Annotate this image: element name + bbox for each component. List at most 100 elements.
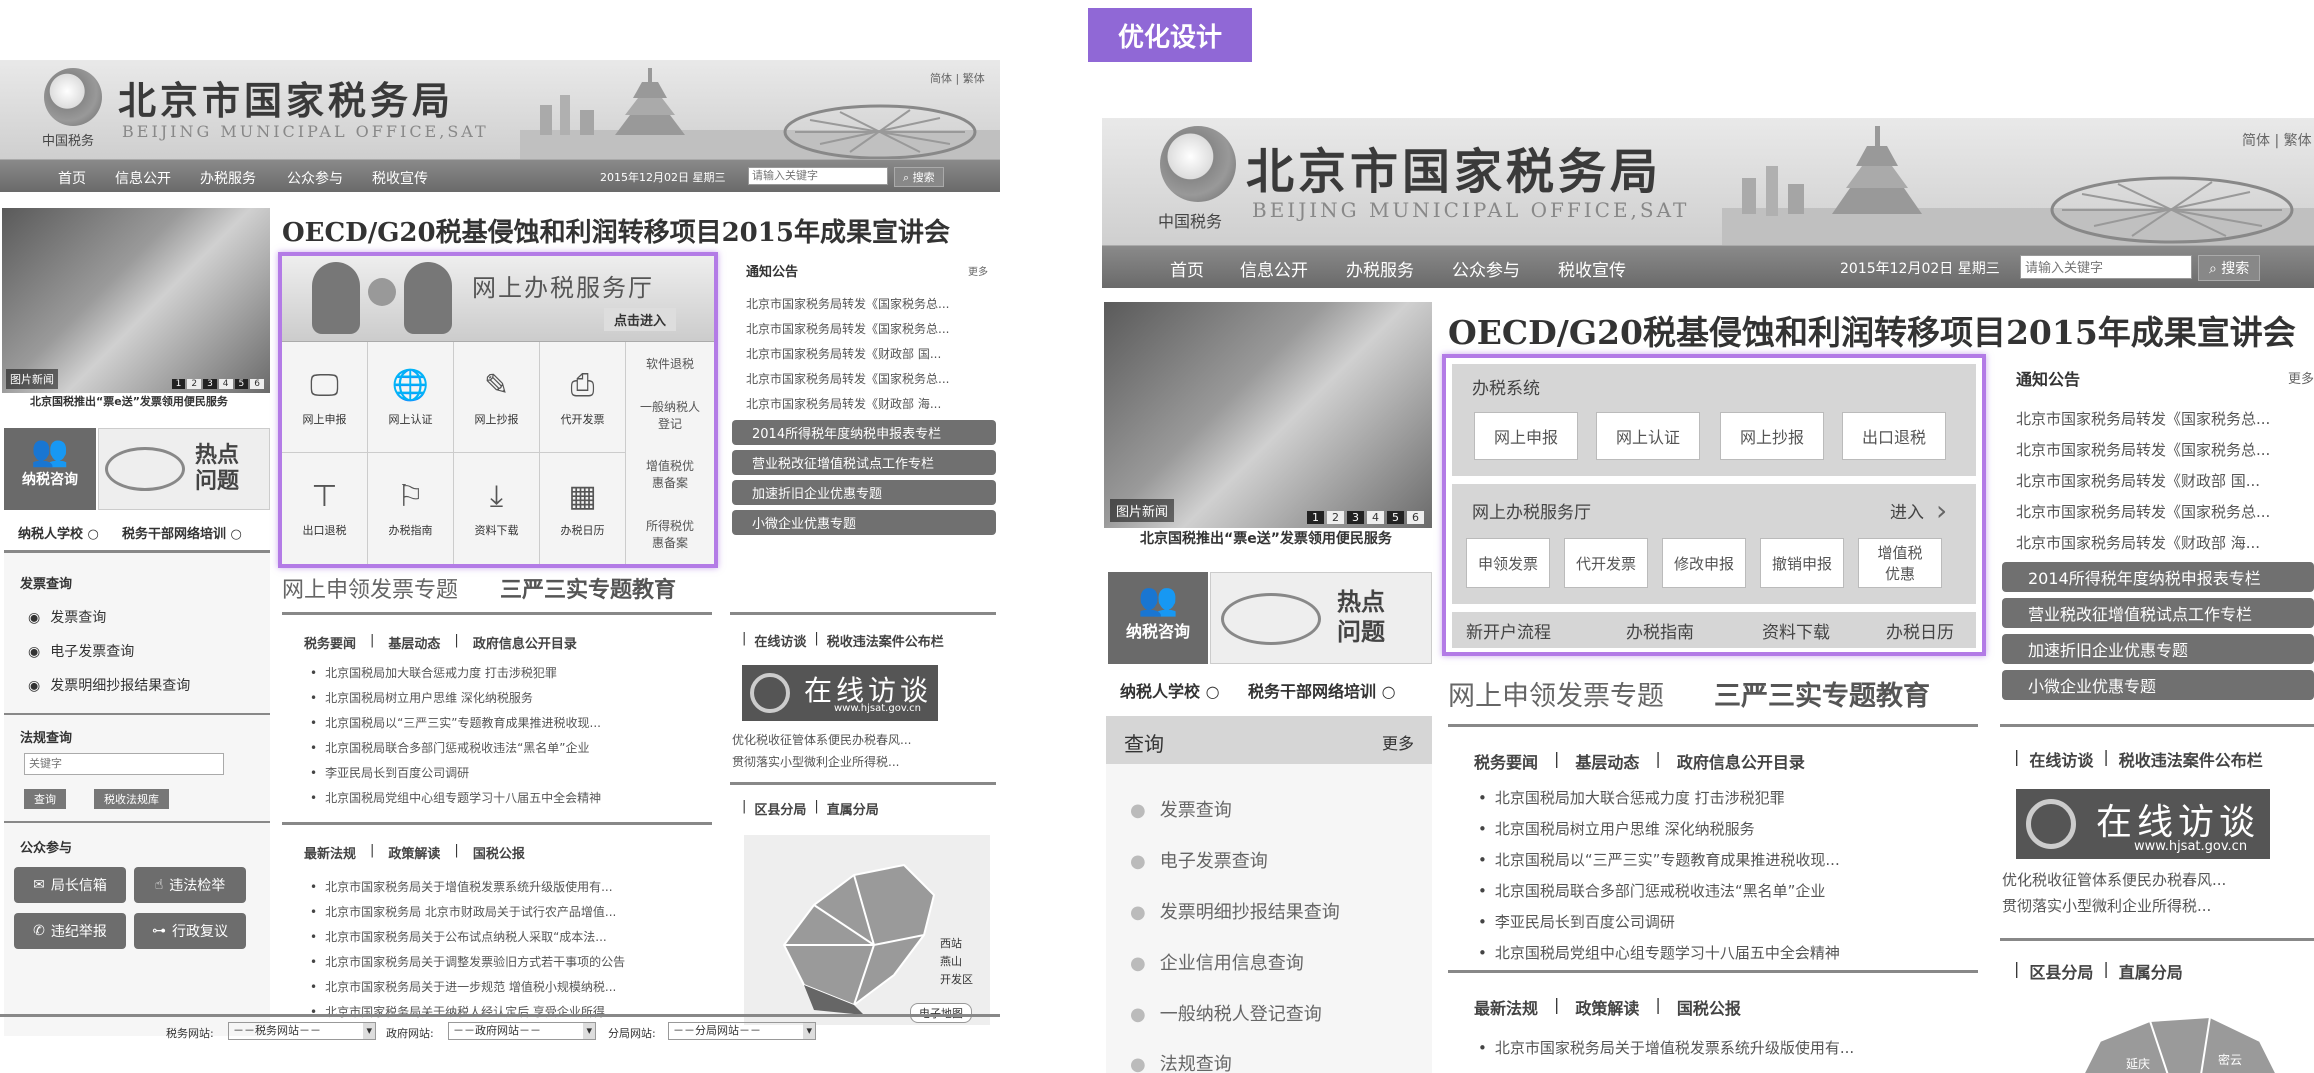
sys-online-copy-button[interactable]: 网上抄报 <box>1720 412 1824 460</box>
consult-box[interactable]: 👥 纳税咨询 <box>1108 572 1208 664</box>
hall-cancel-declare-button[interactable]: 撤销申报 <box>1760 538 1844 588</box>
list-item[interactable]: 北京市国家税务局转发《财政部 海... <box>2016 528 2312 559</box>
hall-item[interactable]: 🖵 网上申报 <box>282 342 368 453</box>
tab-tax-news[interactable]: 税务要闻 <box>304 633 356 652</box>
list-item[interactable]: 北京国税局树立用户思维 深化纳税服务 <box>310 686 710 711</box>
tab-gov-info[interactable]: 政府信息公开目录 <box>473 633 577 652</box>
tab-direct[interactable]: 直属分局 <box>827 799 879 818</box>
nav-item-public[interactable]: 公众参与 <box>287 168 343 188</box>
list-item[interactable]: 李亚民局长到百度公司调研 <box>1478 907 1972 938</box>
headline[interactable]: OECD/G20税基侵蚀和利润转移项目2015年成果宣讲会 <box>1448 306 2296 354</box>
school-link[interactable]: 纳税人学校 ○ <box>1120 678 1220 702</box>
hall-item[interactable]: ✎ 网上抄报 <box>454 342 540 453</box>
invoice-item[interactable]: ◉ 电子发票查询 <box>28 641 134 661</box>
photo-caption[interactable]: 北京国税推出“票e送”发票领用便民服务 <box>30 393 228 409</box>
list-item[interactable]: 贯彻落实小型微利企业所得税... <box>732 751 996 773</box>
photo-news[interactable]: 图片新闻 1 2 3 4 5 6 <box>1104 302 1432 528</box>
beijing-map[interactable]: 西站 燕山 开发区 电子地图 <box>744 835 990 1025</box>
branch-site-select[interactable]: －－分局网站－－ ▾ <box>668 1022 816 1040</box>
tab-direct[interactable]: 直属分局 <box>2119 959 2183 983</box>
list-item[interactable]: 北京国税局联合多部门惩戒税收违法“黑名单”企业 <box>1478 876 1972 907</box>
hall-item[interactable]: ▦ 办税日历 <box>540 453 626 564</box>
law-library-button[interactable]: 税收法规库 <box>94 789 169 809</box>
report-button[interactable]: ☝ 违法检举 <box>134 867 246 903</box>
pill-link[interactable]: 2014所得税年度纳税申报表专栏 <box>732 420 996 445</box>
pill-link[interactable]: 加速折旧企业优惠专题 <box>732 480 996 505</box>
tab-interview[interactable]: 在线访谈 <box>754 631 806 650</box>
notice-more[interactable]: 更多 <box>968 263 988 278</box>
interview-banner[interactable]: 在线访谈 www.hjsat.gov.cn <box>2016 789 2270 859</box>
topic-education[interactable]: 三严三实专题教育 <box>500 572 676 604</box>
nav-item-publicity[interactable]: 税收宣传 <box>1558 256 1626 281</box>
pill-link[interactable]: 加速折旧企业优惠专题 <box>2002 634 2314 664</box>
topic-invoice[interactable]: 网上申领发票专题 <box>282 572 458 604</box>
tab-latest-laws[interactable]: 最新法规 <box>1474 995 1538 1019</box>
nav-item-public[interactable]: 公众参与 <box>1452 256 1520 281</box>
hall-item[interactable]: ⎙ 代开发票 <box>540 342 626 453</box>
tab-bulletin[interactable]: 国税公报 <box>1677 995 1741 1019</box>
list-item[interactable]: 优化税收征管体系便民办税春风... <box>732 729 996 751</box>
hall-item[interactable]: ⚐ 办税指南 <box>368 453 454 564</box>
hall-enter-button[interactable]: 进入 › <box>1890 494 1947 527</box>
link-guide[interactable]: 办税指南 <box>1626 618 1694 643</box>
list-item[interactable]: 北京国税局加大联合惩戒力度 打击涉税犯罪 <box>310 661 710 686</box>
list-item[interactable]: 北京市国家税务局 北京市财政局关于试行农产品增值... <box>310 900 710 925</box>
discipline-button[interactable]: ✆ 违纪举报 <box>14 913 126 949</box>
list-item[interactable]: 北京国税局以“三严三实”专题教育成果推进税收现... <box>1478 845 1972 876</box>
query-item[interactable]: ● 一般纳税人登记查询 <box>1130 1000 1322 1026</box>
pill-link[interactable]: 营业税改征增值税试点工作专栏 <box>2002 598 2314 628</box>
list-item[interactable]: 北京市国家税务局关于公布试点纳税人采取“成本法... <box>310 925 710 950</box>
list-item[interactable]: 北京国税局联合多部门惩戒税收违法“黑名单”企业 <box>310 736 710 761</box>
law-keyword-input[interactable] <box>24 753 224 775</box>
query-item[interactable]: ● 电子发票查询 <box>1130 847 1268 873</box>
notice-more[interactable]: 更多 <box>2288 368 2314 387</box>
hall-issue-invoice-button[interactable]: 代开发票 <box>1564 538 1648 588</box>
nav-item-info[interactable]: 信息公开 <box>115 168 171 188</box>
list-item[interactable]: 北京市国家税务局关于调整发票验旧方式若干事项的公告 <box>310 950 710 975</box>
list-item[interactable]: 李亚民局长到百度公司调研 <box>310 761 710 786</box>
list-item[interactable]: 北京市国家税务局转发《国家税务总... <box>2016 435 2312 466</box>
tab-interview[interactable]: 在线访谈 <box>2029 747 2093 771</box>
list-item[interactable]: 北京市国家税务局转发《财政部 国... <box>2016 466 2312 497</box>
hall-banner[interactable]: 网上办税服务厅 点击进入 <box>282 256 714 342</box>
nav-item-home[interactable]: 首页 <box>58 168 86 188</box>
tab-local-news[interactable]: 基层动态 <box>388 633 440 652</box>
nav-item-service[interactable]: 办税服务 <box>1346 256 1414 281</box>
list-item[interactable]: 北京国税局党组中心组专题学习十八届五中全会精神 <box>310 786 710 811</box>
tab-policy[interactable]: 政策解读 <box>1575 995 1639 1019</box>
tab-gov-info[interactable]: 政府信息公开目录 <box>1677 749 1805 773</box>
link-new-account[interactable]: 新开户流程 <box>1466 618 1551 643</box>
topic-education[interactable]: 三严三实专题教育 <box>1714 674 1930 713</box>
list-item[interactable]: 北京国税局党组中心组专题学习十八届五中全会精神 <box>1478 938 1972 969</box>
hot-box[interactable]: 热点问题 <box>98 428 270 510</box>
search-input[interactable] <box>2020 255 2192 279</box>
invoice-item[interactable]: ◉ 发票查询 <box>28 607 106 627</box>
tab-district[interactable]: 区县分局 <box>2029 959 2093 983</box>
beijing-map[interactable]: 延庆 密云 <box>2060 1011 2300 1073</box>
topic-invoice[interactable]: 网上申领发票专题 <box>1448 674 1664 713</box>
list-item[interactable]: 北京国税局以“三严三实”专题教育成果推进税收现... <box>310 711 710 736</box>
pill-link[interactable]: 小微企业优惠专题 <box>732 510 996 535</box>
nav-item-home[interactable]: 首页 <box>1170 256 1204 281</box>
tab-policy[interactable]: 政策解读 <box>388 843 440 862</box>
photo-caption[interactable]: 北京国税推出“票e送”发票领用便民服务 <box>1140 528 1392 548</box>
photo-news[interactable]: 图片新闻 1 2 3 4 5 6 <box>2 208 270 393</box>
nav-item-info[interactable]: 信息公开 <box>1240 256 1308 281</box>
query-item[interactable]: ● 发票查询 <box>1130 796 1232 822</box>
list-item[interactable]: 北京市国家税务局转发《财政部 海... <box>746 392 996 417</box>
side-link[interactable]: 所得税优惠备案 <box>642 517 698 551</box>
tax-site-select[interactable]: －－税务网站－－ ▾ <box>228 1022 376 1040</box>
list-item[interactable]: 北京市国家税务局关于增值税发票系统升级版使用有... <box>310 875 710 900</box>
hall-vat-benefit-button[interactable]: 增值税优惠 <box>1858 538 1942 588</box>
query-more[interactable]: 更多 <box>1382 730 1414 754</box>
hall-item[interactable]: ⊤ 出口退税 <box>282 453 368 564</box>
list-item[interactable]: 北京市国家税务局关于进一步规范 增值税小规模纳税... <box>310 975 710 1000</box>
list-item[interactable]: 北京市国家税务局转发《国家税务总... <box>746 317 996 342</box>
search-input[interactable] <box>748 167 888 185</box>
list-item[interactable]: 北京市国家税务局转发《财政部 国... <box>746 342 996 367</box>
list-item[interactable]: 北京市国家税务局关于增值税发票系统升级版使用有... <box>1478 1037 1972 1058</box>
nav-item-service[interactable]: 办税服务 <box>200 168 256 188</box>
invoice-item[interactable]: ◉ 发票明细抄报结果查询 <box>28 675 190 695</box>
hall-modify-declare-button[interactable]: 修改申报 <box>1662 538 1746 588</box>
pill-link[interactable]: 2014所得税年度纳税申报表专栏 <box>2002 562 2314 592</box>
